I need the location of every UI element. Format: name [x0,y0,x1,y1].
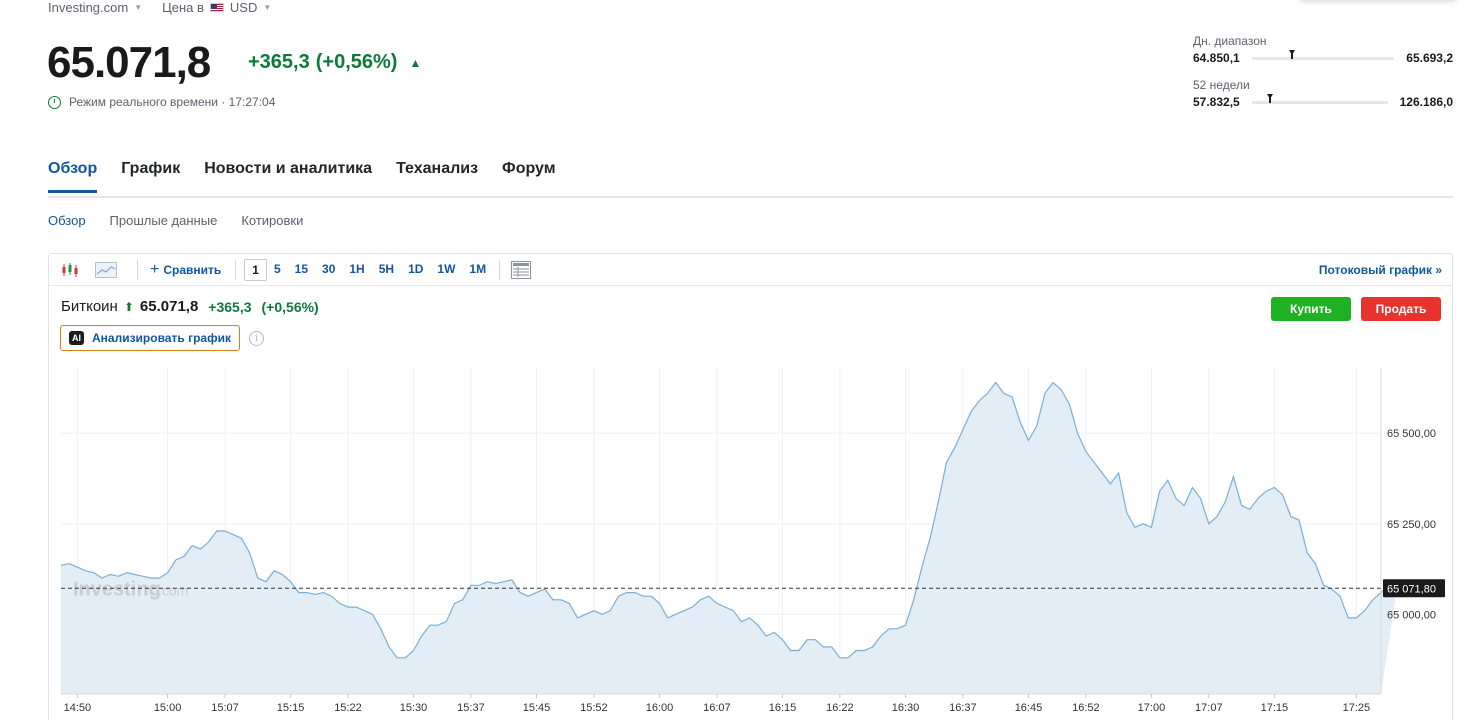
weeks52-range-marker-icon [1266,93,1273,103]
x-tick-label: 16:30 [892,702,920,714]
top-meta: Investing.com ▼ Цена в USD ▼ [48,0,285,15]
watermark-logo-suffix: .com [158,582,188,598]
price-change: +365,3 (+0,56%) ▲ [248,51,421,74]
price-area [61,382,1398,694]
realtime-label: Режим реального времени · 17:27:04 [69,95,276,109]
daily-range-low: 64.850,1 [1193,51,1240,65]
daily-range-high: 65.693,2 [1406,51,1453,65]
current-price-label: 65 071,80 [1387,583,1436,595]
weeks52-range: 52 недели 57.832,5 126.186,0 [1193,78,1453,109]
site-chevron-down-icon[interactable]: ▼ [134,3,142,12]
x-tick-label: 15:22 [334,702,362,714]
daily-range-label: Дн. диапазон [1193,34,1267,48]
x-tick-label: 15:52 [580,702,608,714]
x-tick-label: 16:07 [703,702,731,714]
weeks52-range-bar [1251,93,1388,104]
x-tick-label: 16:45 [1015,702,1043,714]
triangle-up-icon: ▲ [409,55,422,70]
site-name[interactable]: Investing.com [48,0,128,15]
subtab-quotes[interactable]: Котировки [241,213,303,228]
weeks52-range-low: 57.832,5 [1193,95,1240,109]
us-flag-icon [209,3,224,12]
clock-icon [48,95,61,109]
weeks52-range-high: 126.186,0 [1399,95,1453,109]
tab-chart[interactable]: График [121,160,180,178]
daily-range: Дн. диапазон 64.850,1 65.693,2 [1193,34,1453,65]
x-tick-label: 14:50 [64,702,92,714]
subtab-history[interactable]: Прошлые данные [110,213,218,228]
weeks52-range-label: 52 недели [1193,78,1250,92]
price-chart[interactable]: Investing.com 65 000,00 65 250,00 65 500,00… [49,254,1454,720]
x-tick-label: 15:07 [211,702,239,714]
x-tick-label: 16:52 [1072,702,1100,714]
y-tick-label: 65 500,00 [1387,428,1436,440]
tab-overview[interactable]: Обзор [48,160,98,193]
x-tick-label: 16:37 [949,702,977,714]
x-tick-label: 16:00 [646,702,674,714]
price-in-label: Цена в [162,0,204,15]
currency-label[interactable]: USD [230,0,257,15]
tab-technical[interactable]: Теханализ [396,160,478,178]
daily-range-bar [1251,49,1395,60]
x-tick-label: 17:15 [1261,702,1289,714]
currency-chevron-down-icon[interactable]: ▼ [263,3,271,12]
x-tick-label: 15:00 [154,702,182,714]
y-tick-label: 65 000,00 [1387,609,1436,621]
daily-range-marker-icon [1288,49,1295,59]
tab-news[interactable]: Новости и аналитика [204,160,372,178]
x-tick-label: 17:25 [1343,702,1371,714]
watermark-logo: Investing [73,578,161,600]
x-tick-label: 17:00 [1138,702,1166,714]
x-tick-label: 15:15 [277,702,305,714]
y-tick-label: 65 250,00 [1387,519,1436,531]
tabs-divider [48,196,1453,198]
change-pct: (+0,56%) [315,51,398,73]
subtab-overview[interactable]: Обзор [48,213,86,228]
x-tick-label: 17:07 [1195,702,1223,714]
page-title-price: 65.071,8 [47,38,211,87]
x-tick-label: 16:15 [769,702,797,714]
x-tick-label: 16:22 [826,702,854,714]
change-abs: +365,3 [248,51,310,73]
x-tick-label: 15:45 [523,702,551,714]
chart-widget: + Сравнить 1 5 15 30 1H 5H 1D 1W 1M Пото… [48,253,1453,720]
x-tick-label: 15:30 [400,702,428,714]
tab-forum[interactable]: Форум [502,160,556,178]
header-corner-box [1298,0,1458,2]
sub-tabs: Обзор Прошлые данные Котировки [48,213,303,228]
main-tabs: Обзор График Новости и аналитика Теханал… [48,160,556,193]
x-tick-label: 15:37 [457,702,485,714]
realtime-status: Режим реального времени · 17:27:04 [48,95,275,109]
